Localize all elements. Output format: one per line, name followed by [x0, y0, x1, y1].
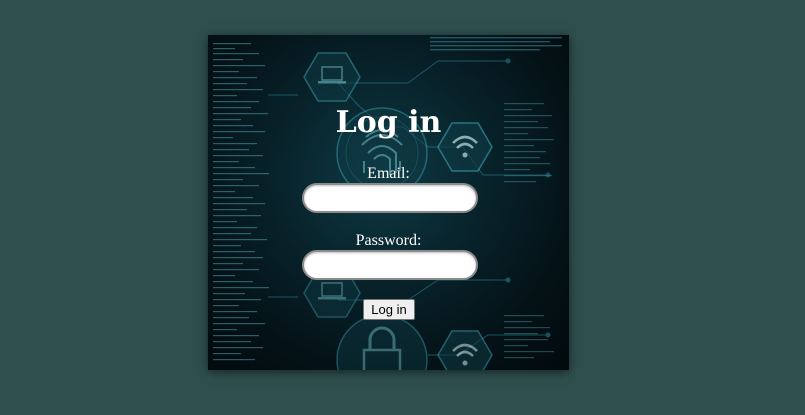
- password-field[interactable]: [302, 250, 478, 280]
- padlock-icon: [336, 314, 428, 370]
- login-card: Log in Email: Password: Log in: [208, 35, 569, 370]
- code-text-left: [213, 43, 269, 361]
- login-button[interactable]: Log in: [363, 299, 415, 320]
- page: Log in Email: Password: Log in: [0, 0, 805, 415]
- laptop-icon: [303, 52, 361, 102]
- email-label: Email:: [367, 165, 410, 182]
- page-title: Log in: [335, 105, 442, 140]
- code-text-top: [430, 37, 562, 51]
- email-field[interactable]: [302, 183, 478, 213]
- password-label: Password:: [355, 232, 422, 249]
- wifi-icon: [437, 330, 493, 370]
